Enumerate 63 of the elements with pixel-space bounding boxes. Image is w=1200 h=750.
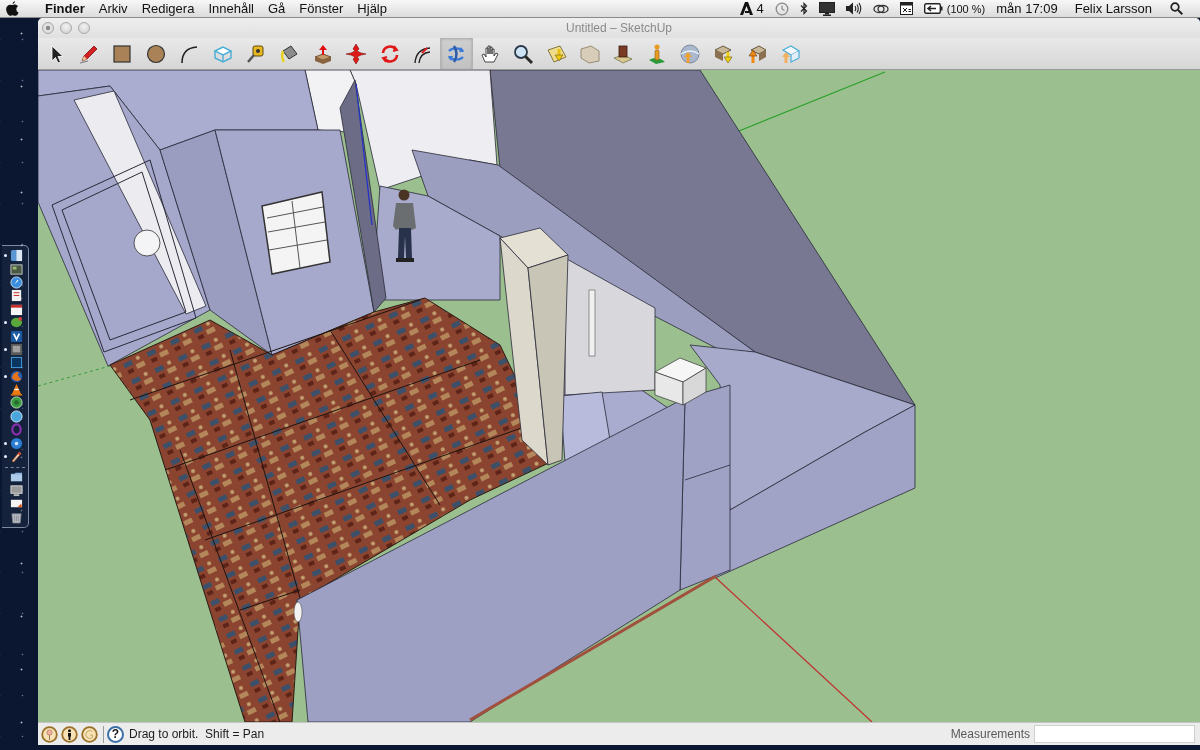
globe-icon xyxy=(679,42,702,65)
battery-icon[interactable] xyxy=(923,3,943,14)
trash-icon[interactable] xyxy=(10,510,23,524)
badge-count: 4 xyxy=(756,1,764,16)
monitor-icon[interactable] xyxy=(10,483,23,497)
volume-icon[interactable] xyxy=(845,2,862,15)
clock-icon[interactable] xyxy=(774,1,789,16)
link-icon[interactable] xyxy=(872,2,889,15)
compass-icon[interactable] xyxy=(10,409,23,423)
pen-icon[interactable] xyxy=(10,450,23,464)
keyboard-icon[interactable] xyxy=(899,2,913,15)
menu-item[interactable]: Gå xyxy=(260,0,293,17)
house-icon xyxy=(612,42,635,65)
pin-icon[interactable] xyxy=(41,725,58,743)
music-disc-icon[interactable] xyxy=(10,436,23,450)
compass-icon[interactable] xyxy=(10,275,23,289)
menu-item[interactable]: Finder xyxy=(38,0,92,17)
menu-item[interactable]: Fönster xyxy=(292,0,351,17)
round-window xyxy=(133,229,161,257)
square-tile-icon[interactable] xyxy=(10,356,23,370)
menu-item[interactable]: Redigera xyxy=(134,0,202,17)
display-icon[interactable] xyxy=(818,1,835,16)
photo-tile-icon[interactable] xyxy=(10,262,23,276)
apple-icon[interactable] xyxy=(6,1,19,16)
disc-icon[interactable] xyxy=(10,396,23,410)
menu-item[interactable]: Innehåll xyxy=(201,0,261,17)
chevron-tile-icon[interactable] xyxy=(10,329,23,343)
arc-icon[interactable] xyxy=(81,725,98,743)
map-arrow-icon xyxy=(545,42,568,65)
bluetooth-icon[interactable] xyxy=(799,2,808,15)
square-icon xyxy=(111,42,134,65)
chat-bubble-icon[interactable] xyxy=(10,316,23,330)
menu-item[interactable]: Arkiv xyxy=(91,0,135,17)
window-tile-icon[interactable] xyxy=(10,249,23,263)
window-title: Untitled – SketchUp xyxy=(565,21,673,35)
pillar-top xyxy=(499,227,569,269)
battery-percentage: (100 %) xyxy=(946,2,986,15)
search-icon xyxy=(512,42,535,65)
clock-text[interactable]: mån 17:09 xyxy=(996,1,1058,16)
status-hint: Drag to orbit. Shift = Pan xyxy=(129,727,265,741)
help-button[interactable]: ? xyxy=(107,725,124,743)
document-icon[interactable] xyxy=(10,289,23,303)
menu-item[interactable]: Hjälp xyxy=(350,0,394,17)
photo-frame-icon[interactable] xyxy=(10,342,23,356)
search-icon[interactable] xyxy=(1170,2,1183,15)
pole xyxy=(588,289,596,357)
user-name[interactable]: Felix Larsson xyxy=(1074,1,1152,16)
wall-seam xyxy=(684,464,731,481)
move-arrows-icon xyxy=(345,42,368,65)
folder-icon[interactable] xyxy=(10,470,23,484)
rotate-arrows-icon xyxy=(378,42,401,65)
traffic-cone-icon[interactable] xyxy=(10,383,23,397)
cube xyxy=(654,357,707,406)
wall-lamp xyxy=(293,601,303,623)
measurements-field[interactable] xyxy=(1034,725,1195,743)
map-icon xyxy=(578,42,601,65)
calendar-icon[interactable] xyxy=(10,302,23,316)
globe-icon[interactable] xyxy=(10,369,23,383)
close-button[interactable] xyxy=(42,22,54,34)
measurements-label: Measurements xyxy=(950,727,1030,741)
logo-icon[interactable] xyxy=(740,2,754,15)
circle-icon xyxy=(144,42,167,65)
person-icon[interactable] xyxy=(61,725,78,743)
